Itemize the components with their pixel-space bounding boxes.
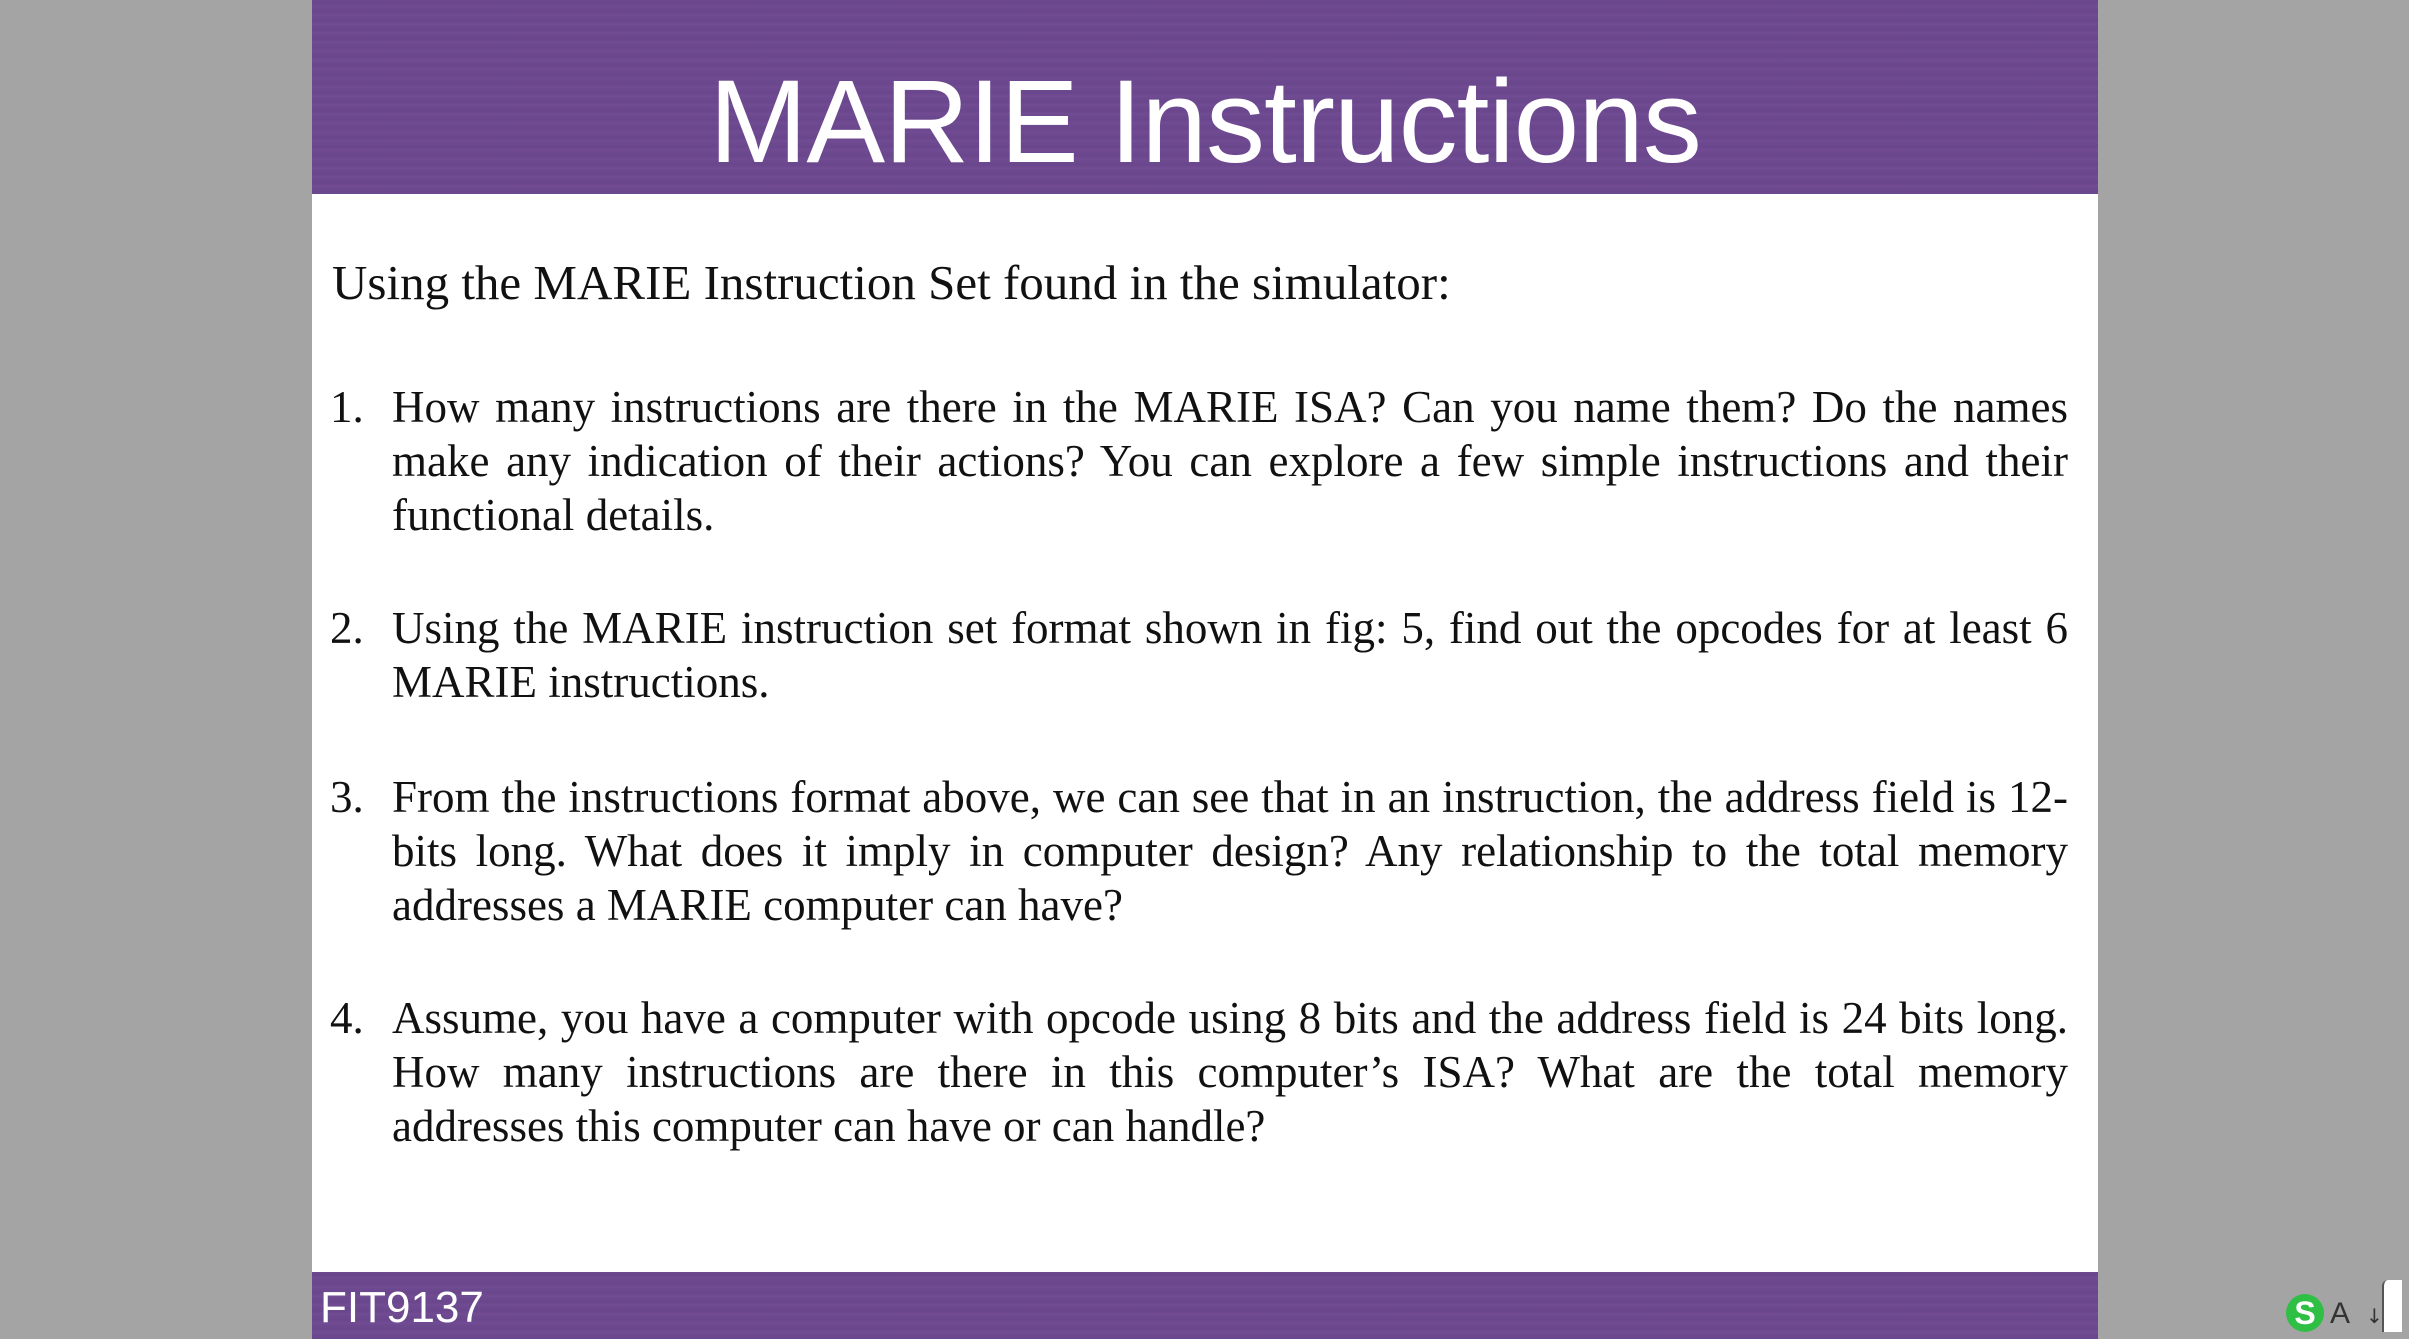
unit-code: FIT9137 <box>320 1283 484 1332</box>
chevron-down-icon[interactable]: ↓ <box>2366 1304 2383 1328</box>
question-text: How many instructions are there in the M… <box>392 382 2068 540</box>
screen: MARIE Instructions Using the MARIE Instr… <box>0 0 2409 1339</box>
question-number: 4. <box>330 993 364 1043</box>
question-text: Using the MARIE instruction set format s… <box>392 603 2068 707</box>
ime-logo-icon[interactable]: S <box>2286 1294 2324 1332</box>
slide-intro: Using the MARIE Instruction Set found in… <box>332 255 1451 310</box>
question-number: 3. <box>330 772 364 822</box>
presentation-slide: MARIE Instructions Using the MARIE Instr… <box>312 0 2098 1339</box>
ime-tray[interactable]: S A ↓ <box>2282 1280 2402 1336</box>
slide-footer: FIT9137 <box>312 1272 2098 1339</box>
question-text: Assume, you have a computer with opcode … <box>392 993 2068 1151</box>
slide-header: MARIE Instructions <box>312 0 2098 194</box>
tray-panel-edge <box>2382 1280 2402 1332</box>
question-number: 2. <box>330 603 364 653</box>
question-number: 1. <box>330 382 364 432</box>
slide-title: MARIE Instructions <box>709 56 1702 188</box>
language-indicator[interactable]: A <box>2330 1296 2350 1332</box>
question-text: From the instructions format above, we c… <box>392 772 2068 930</box>
